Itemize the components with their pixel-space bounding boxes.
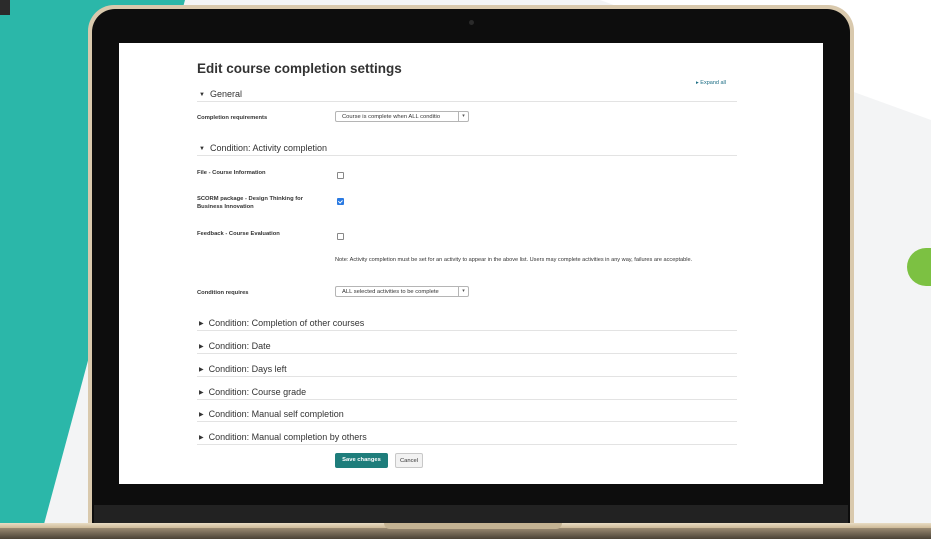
caret-right-icon: ▶ [199,412,204,418]
camera-icon [469,20,474,25]
laptop-bezel-bottom [94,505,848,525]
section-days-left-label: Condition: Days left [208,364,287,374]
divider [197,421,737,422]
caret-right-icon: ▶ [199,321,204,327]
section-date-label: Condition: Date [208,341,271,351]
activity-note: Note: Activity completion must be set fo… [335,257,693,263]
laptop-screen: Edit course completion settings ▸ Expand… [119,43,823,484]
activity-file-checkbox[interactable] [337,172,344,179]
laptop-base-shadow [0,528,931,539]
divider [197,353,737,354]
caret-right-icon: ▶ [199,390,204,396]
caret-down-icon: ▼ [199,146,205,152]
expand-all-link[interactable]: ▸ Expand all [696,80,726,86]
section-course-grade-label: Condition: Course grade [208,387,307,397]
divider [197,155,737,156]
expand-all-label: Expand all [700,80,726,86]
section-activity-label: Condition: Activity completion [209,143,328,153]
completion-requirements-select[interactable]: Course is complete when ALL conditio ▾ [335,111,469,122]
corner-mark [0,0,10,15]
section-activity-header[interactable]: ▼ Condition: Activity completion [199,143,327,153]
section-self-completion-label: Condition: Manual self completion [208,409,344,419]
activity-file-label: File - Course Information [197,170,266,176]
divider [197,376,737,377]
condition-requires-select[interactable]: ALL selected activities to be complete ▾ [335,286,469,297]
caret-down-icon: ▼ [199,92,205,98]
section-general-header[interactable]: ▼ General [199,89,242,99]
chevron-down-icon: ▾ [458,287,468,296]
completion-requirements-value: Course is complete when ALL conditio [342,114,441,120]
section-days-left-header[interactable]: ▶ Condition: Days left [199,364,287,374]
section-by-others-header[interactable]: ▶ Condition: Manual completion by others [199,432,367,442]
divider [197,399,737,400]
caret-right-icon: ▶ [199,435,204,441]
section-other-courses-header[interactable]: ▶ Condition: Completion of other courses [199,318,364,328]
condition-requires-label: Condition requires [197,290,249,296]
section-general-label: General [209,89,242,99]
section-other-courses-label: Condition: Completion of other courses [208,318,365,328]
divider [197,101,737,102]
section-self-completion-header[interactable]: ▶ Condition: Manual self completion [199,409,344,419]
section-course-grade-header[interactable]: ▶ Condition: Course grade [199,387,306,397]
divider [197,444,737,445]
activity-scorm-checkbox[interactable] [337,198,344,205]
activity-scorm-label: SCORM package - Design Thinking for Busi… [197,196,303,210]
condition-requires-value: ALL selected activities to be complete [342,289,439,295]
section-by-others-label: Condition: Manual completion by others [208,432,367,442]
save-changes-button[interactable]: Save changes [335,453,388,468]
caret-right-icon: ▶ [199,367,204,373]
activity-feedback-checkbox[interactable] [337,233,344,240]
caret-right-icon: ▶ [199,344,204,350]
laptop-notch [384,523,562,529]
page-title: Edit course completion settings [197,61,402,76]
activity-feedback-label: Feedback - Course Evaluation [197,231,280,237]
completion-requirements-label: Completion requirements [197,115,268,121]
chevron-down-icon: ▾ [458,112,468,121]
divider [197,330,737,331]
section-date-header[interactable]: ▶ Condition: Date [199,341,271,351]
cancel-button[interactable]: Cancel [395,453,423,468]
